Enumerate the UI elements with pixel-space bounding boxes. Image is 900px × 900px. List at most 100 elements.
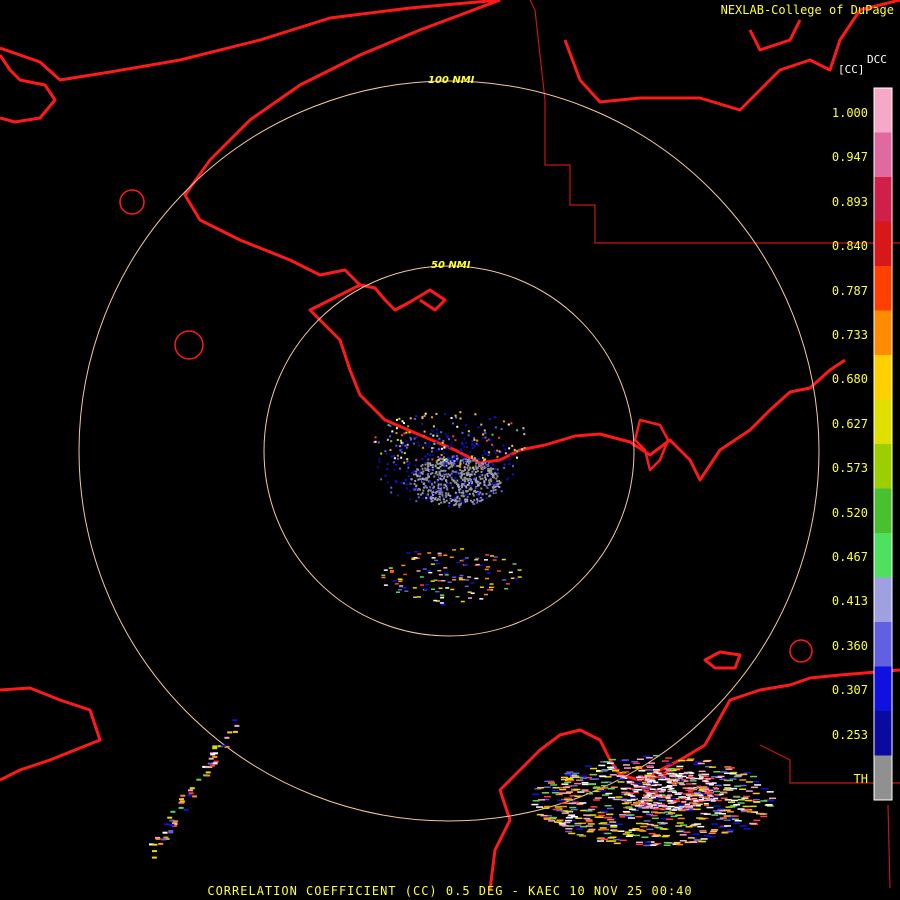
echo-pixel — [477, 484, 480, 487]
echo-pixel — [601, 829, 609, 831]
echo-pixel — [699, 840, 707, 843]
echo-pixel — [723, 809, 731, 811]
echo-pixel — [406, 446, 409, 449]
echo-pixel — [565, 830, 573, 833]
echo-pixel — [704, 759, 712, 762]
echo-pixel — [566, 778, 574, 780]
echo-pixel — [389, 570, 394, 572]
echo-pixel — [442, 451, 445, 454]
echo-pixel — [386, 481, 389, 484]
echo-pixel — [399, 439, 402, 442]
echo-pixel — [435, 412, 438, 415]
echo-pixel — [453, 499, 456, 502]
echo-pixel — [654, 812, 662, 814]
echo-pixel — [178, 806, 184, 809]
echo-pixel — [454, 414, 457, 417]
echo-pixel — [667, 780, 673, 782]
echo-pixel — [599, 827, 607, 829]
echo-pixel — [579, 777, 587, 779]
echo-pixel — [643, 796, 649, 798]
echo-pixel — [670, 815, 678, 818]
echo-pixel — [744, 799, 752, 802]
echo-pixel — [453, 504, 456, 507]
echo-pixel — [473, 468, 476, 471]
echo-pixel — [399, 585, 404, 587]
echo-pixel — [462, 495, 465, 498]
echo-pixel — [438, 498, 441, 501]
echo-pixel — [665, 777, 670, 780]
echo-pixel — [378, 458, 381, 460]
echo-pixel — [419, 469, 421, 472]
echo-pixel — [708, 784, 714, 786]
echo-pixel — [523, 433, 526, 436]
echo-pixel — [462, 492, 465, 495]
echo-pixel — [444, 572, 448, 575]
echo-pixel — [711, 829, 719, 831]
echo-pixel — [424, 442, 427, 444]
echo-pixel — [480, 465, 482, 468]
echo-pixel — [758, 812, 766, 815]
echo-pixel — [587, 829, 595, 832]
echo-pixel — [478, 493, 481, 496]
echo-pixel — [401, 564, 406, 567]
echo-pixel — [454, 477, 457, 480]
echo-pixel — [464, 441, 467, 444]
echo-pixel — [442, 440, 445, 442]
echo-pixel — [698, 818, 706, 820]
echo-pixel — [487, 453, 490, 456]
echo-pixel — [730, 799, 738, 802]
echo-pixel — [631, 767, 639, 769]
echo-pixel — [675, 843, 683, 846]
echo-pixel — [679, 834, 687, 836]
echo-pixel — [473, 445, 476, 448]
echo-pixel — [767, 799, 775, 802]
echo-pixel — [473, 476, 476, 479]
echo-pixel — [435, 441, 438, 444]
echo-pixel — [660, 822, 668, 824]
echo-pixel — [468, 482, 471, 485]
echo-pixel — [431, 463, 434, 466]
echo-pixel — [607, 837, 615, 839]
echo-pixel — [581, 783, 589, 786]
echo-pixel — [625, 792, 631, 794]
echo-pixel — [467, 576, 472, 578]
echo-pixel — [467, 430, 470, 433]
echo-pixel — [438, 574, 443, 576]
echo-pixel — [661, 760, 669, 762]
echo-pixel — [753, 819, 761, 822]
echo-pixel — [622, 811, 630, 813]
echo-pixel — [489, 483, 492, 486]
echo-pixel — [560, 802, 568, 804]
echo-pixel — [723, 819, 731, 821]
echo-pixel — [440, 431, 443, 434]
echo-pixel — [689, 824, 697, 827]
echo-pixel — [436, 432, 439, 435]
echo-pixel — [726, 829, 734, 831]
echo-pixel — [399, 467, 401, 470]
echo-pixel — [430, 472, 432, 475]
echo-pixel — [500, 428, 503, 430]
echo-pixel — [671, 775, 677, 778]
echo-pixel — [401, 451, 403, 454]
echo-pixel — [496, 475, 499, 478]
echo-pixel — [476, 443, 479, 446]
echo-pixel — [651, 843, 659, 846]
echo-pixel — [683, 780, 689, 782]
echo-pixel — [600, 838, 608, 840]
echo-pixel — [436, 435, 439, 437]
echo-pixel — [413, 418, 416, 420]
echo-pixel — [234, 724, 240, 727]
echo-pixel — [668, 767, 676, 770]
legend-label: 0.893 — [831, 194, 868, 209]
echo-pixel — [377, 441, 380, 444]
echo-pixel — [421, 458, 424, 461]
echo-pixel — [493, 449, 496, 452]
echo-pixel — [463, 473, 466, 475]
echo-pixel — [492, 445, 495, 448]
echo-pixel — [703, 813, 711, 815]
echo-pixel — [453, 497, 456, 500]
echo-pixel — [609, 774, 617, 776]
echo-pixel — [488, 491, 491, 494]
echo-pixel — [657, 796, 663, 798]
echo-pixel — [470, 455, 473, 458]
